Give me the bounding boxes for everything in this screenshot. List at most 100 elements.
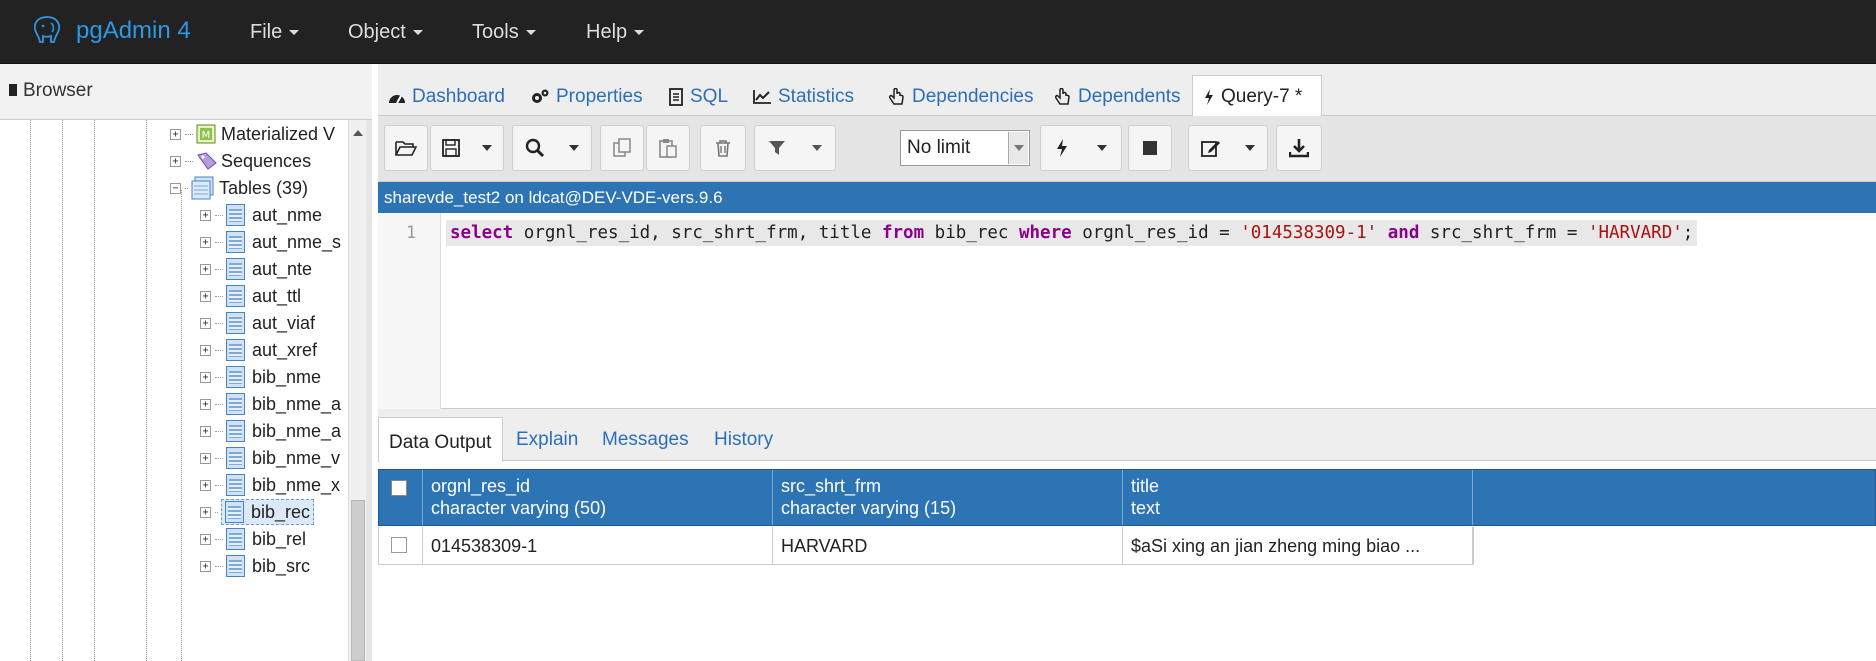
tab-history[interactable]: History (714, 429, 773, 451)
table-cell[interactable]: HARVARD (773, 527, 1123, 564)
editor-gutter: 1 (378, 213, 441, 409)
paste-button[interactable] (646, 125, 690, 171)
expand-icon[interactable]: + (200, 344, 211, 356)
tab-statistics[interactable]: Statistics (752, 86, 854, 108)
row-select-cell (379, 527, 423, 564)
tree-item-table[interactable]: + bib_nme_a (200, 417, 341, 445)
tree-item-tables[interactable]: − Tables (39) (170, 174, 308, 202)
copy-button[interactable] (600, 125, 644, 171)
sql-text: src_shrt_frm = (1419, 223, 1588, 243)
tree-item-table[interactable]: + aut_viaf (200, 309, 315, 337)
tab-data-output[interactable]: Data Output (378, 417, 503, 462)
chevron-down-icon (289, 30, 300, 36)
tab-query[interactable]: Query-7 * (1192, 75, 1322, 117)
tab-sql[interactable]: SQL (668, 86, 728, 108)
top-navbar: pgAdmin 4 File Object Tools Help (0, 0, 1876, 64)
expand-icon[interactable]: + (200, 263, 211, 275)
expand-icon[interactable]: + (170, 155, 181, 167)
tree-item-table[interactable]: + bib_rel (200, 525, 306, 553)
edit-button[interactable] (1188, 125, 1268, 171)
menu-object[interactable]: Object (348, 21, 423, 44)
delete-button[interactable] (700, 125, 746, 171)
tree-item-table[interactable]: + aut_xref (200, 336, 317, 364)
scroll-up-icon[interactable] (353, 130, 363, 136)
expand-icon[interactable]: + (200, 533, 211, 545)
tree-item-table[interactable]: + aut_nte (200, 255, 312, 283)
expand-icon[interactable]: + (200, 425, 211, 437)
column-header[interactable]: orgnl_res_id character varying (50) (423, 470, 773, 525)
tree-item-table[interactable]: + aut_nme (200, 201, 322, 229)
expand-icon[interactable]: + (200, 371, 211, 383)
browser-panel-header[interactable]: Browser (0, 64, 372, 120)
expand-icon[interactable]: + (200, 290, 211, 302)
browser-title-text: Browser (23, 80, 93, 101)
menu-tools[interactable]: Tools (472, 21, 536, 44)
bolt-icon (1057, 139, 1067, 157)
expand-icon[interactable]: + (200, 236, 211, 248)
tree-item-label: Materialized V (221, 123, 336, 144)
tree-item-table[interactable]: + aut_nme_s (200, 228, 341, 256)
expand-icon[interactable]: + (200, 209, 211, 221)
tree-item-table[interactable]: + bib_nme_a (200, 390, 341, 418)
tree-item-materialized-views[interactable]: + M Materialized V (170, 120, 335, 148)
tab-properties[interactable]: Properties (530, 86, 643, 108)
execute-button[interactable] (1040, 125, 1122, 171)
open-file-button[interactable] (384, 125, 428, 171)
app-brand[interactable]: pgAdmin 4 (30, 14, 191, 48)
tab-messages[interactable]: Messages (602, 429, 689, 451)
column-header[interactable]: title text (1123, 470, 1473, 525)
tree-item-table[interactable]: + bib_nme_x (200, 471, 340, 499)
row-limit-select[interactable]: No limit (900, 130, 1030, 166)
expand-icon[interactable]: + (200, 506, 211, 518)
find-button[interactable] (512, 125, 592, 171)
column-header[interactable]: src_shrt_frm character varying (15) (773, 470, 1123, 525)
tab-dependents[interactable]: Dependents (1054, 86, 1180, 108)
download-button[interactable] (1276, 125, 1322, 171)
sql-keyword: where (1018, 223, 1072, 243)
expand-icon[interactable]: + (170, 128, 181, 140)
tab-dashboard[interactable]: Dashboard (388, 86, 505, 108)
tree-item-table[interactable]: + bib_nme (200, 363, 321, 391)
browser-panel: Browser + M Materialized V + Sequences −… (0, 64, 372, 661)
expand-icon[interactable]: + (200, 452, 211, 464)
table-row[interactable]: 014538309-1 HARVARD $aSi xing an jian zh… (378, 527, 1474, 565)
table-icon (226, 231, 245, 253)
gears-icon (532, 89, 549, 103)
tree-guide-line (146, 120, 147, 661)
tab-label: Dashboard (412, 86, 505, 107)
scroll-thumb[interactable] (351, 500, 365, 661)
tree-scrollbar[interactable] (348, 120, 366, 661)
row-checkbox[interactable] (391, 537, 407, 553)
materialized-view-icon: M (196, 124, 216, 144)
sql-code-line[interactable]: select orgnl_res_id, src_shrt_frm, title… (446, 220, 1698, 246)
expand-icon[interactable]: + (200, 317, 211, 329)
tree-item-table[interactable]: + aut_ttl (200, 282, 301, 310)
tree-item-label: bib_nme_v (252, 447, 341, 468)
save-button[interactable] (430, 125, 504, 171)
tree-item-table[interactable]: + bib_nme_v (200, 444, 340, 472)
tree-item-table[interactable]: + bib_src (200, 552, 310, 580)
chevron-down-icon[interactable] (1008, 132, 1028, 164)
tree-item-table-selected[interactable]: + bib_rec (200, 498, 315, 526)
tree-item-sequences[interactable]: + Sequences (170, 147, 311, 175)
table-icon (226, 528, 245, 550)
menu-help[interactable]: Help (586, 21, 645, 44)
stop-button[interactable] (1128, 125, 1172, 171)
tab-dependencies[interactable]: Dependencies (888, 86, 1033, 108)
menu-file[interactable]: File (250, 21, 300, 44)
table-cell[interactable]: 014538309-1 (423, 527, 773, 564)
filter-button[interactable] (754, 125, 836, 171)
expand-icon[interactable]: + (200, 479, 211, 491)
tree-item-label: bib_rel (252, 528, 307, 549)
collapse-icon[interactable]: − (170, 182, 181, 194)
app-title: pgAdmin 4 (76, 17, 191, 44)
sql-editor[interactable]: 1 select orgnl_res_id, src_shrt_frm, tit… (378, 213, 1876, 409)
tab-label: Dependents (1078, 86, 1181, 107)
expand-icon[interactable]: + (200, 560, 211, 572)
select-all-checkbox[interactable] (391, 480, 407, 496)
stop-icon (1143, 141, 1157, 155)
tab-explain[interactable]: Explain (516, 429, 578, 451)
expand-icon[interactable]: + (200, 398, 211, 410)
table-cell[interactable]: $aSi xing an jian zheng ming biao ... (1123, 527, 1473, 564)
